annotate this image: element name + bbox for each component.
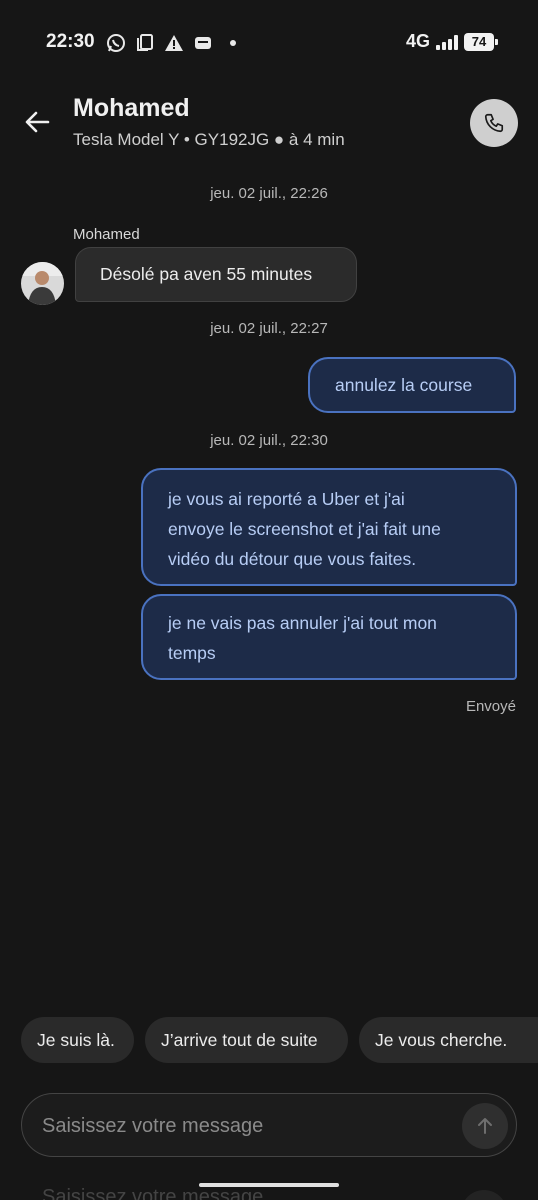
status-bar: 22:30 4G 74 [0,28,538,60]
sender-name: Mohamed [73,226,140,243]
contact-name: Mohamed [73,94,190,122]
message-timestamp: jeu. 02 juil., 22:27 [210,320,328,337]
message-line: envoye le screenshot et j'ai fait une [168,519,441,539]
message-timestamp: jeu. 02 juil., 22:26 [210,185,328,202]
message-line: je ne vais pas annuler j'ai tout mon [168,613,437,633]
message-input[interactable] [40,1108,454,1144]
message-timestamp: jeu. 02 juil., 22:30 [210,432,328,449]
status-time: 22:30 [46,31,95,52]
quick-reply-chip[interactable]: J’arrive tout de suite [145,1017,348,1063]
quick-replies: Je suis là. J’arrive tout de suite Je vo… [21,1017,538,1063]
arrow-up-icon [478,1118,492,1134]
trip-details: Tesla Model Y • GY192JG ● à 4 min [73,130,345,149]
message-line: je vous ai reporté a Uber et j'ai [168,489,405,509]
outgoing-message: annulez la course [308,357,516,413]
message-line: vidéo du détour que vous faites. [168,549,417,569]
ghost-send-button [461,1190,507,1200]
signal-icon [436,34,458,50]
incoming-message: Désolé pa aven 55 minutes [75,247,357,302]
send-button[interactable] [462,1103,508,1149]
chat-screen: 22:30 4G 74 Mohamed Tesla Model Y • GY19… [0,0,538,1200]
avatar [21,262,64,305]
notification-dot-icon [230,40,236,46]
back-button[interactable] [20,105,54,139]
quick-reply-chip[interactable]: Je suis là. [21,1017,134,1063]
ghost-composer-text: Saisissez votre message [42,1186,264,1200]
warning-icon [164,33,184,53]
outgoing-message: je vous ai reporté a Uber et j'ai envoye… [141,468,517,586]
phone-icon [484,113,504,133]
message-status: Envoyé [465,698,516,715]
network-type: 4G [405,31,430,51]
arrow-left-icon [25,111,50,133]
call-button[interactable] [470,99,518,147]
message-composer [21,1093,517,1157]
outgoing-message: je ne vais pas annuler j'ai tout mon tem… [141,594,517,680]
quick-reply-chip[interactable]: Je vous cherche. [359,1017,538,1063]
whatsapp-icon [106,33,126,53]
wallet-icon [193,33,213,53]
copy-icon [135,33,155,53]
battery-icon: 74 [464,32,498,51]
message-line: temps [168,643,216,663]
